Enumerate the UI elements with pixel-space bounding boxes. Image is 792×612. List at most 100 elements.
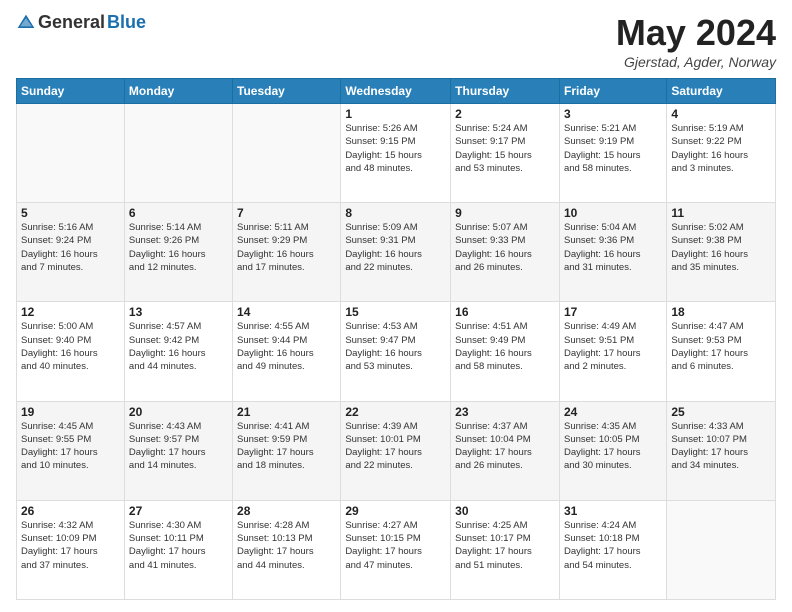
calendar-cell: 18Sunrise: 4:47 AM Sunset: 9:53 PM Dayli… [667,302,776,401]
calendar-cell: 22Sunrise: 4:39 AM Sunset: 10:01 PM Dayl… [341,401,451,500]
day-info: Sunrise: 5:21 AM Sunset: 9:19 PM Dayligh… [564,122,662,175]
day-number: 29 [345,504,446,518]
day-number: 21 [237,405,336,419]
col-tuesday: Tuesday [233,79,341,104]
day-info: Sunrise: 4:45 AM Sunset: 9:55 PM Dayligh… [21,420,120,473]
calendar-cell: 10Sunrise: 5:04 AM Sunset: 9:36 PM Dayli… [559,203,666,302]
page: GeneralBlue May 2024 Gjerstad, Agder, No… [0,0,792,612]
calendar-cell: 31Sunrise: 4:24 AM Sunset: 10:18 PM Dayl… [559,500,666,599]
day-info: Sunrise: 5:02 AM Sunset: 9:38 PM Dayligh… [671,221,771,274]
calendar-cell: 23Sunrise: 4:37 AM Sunset: 10:04 PM Dayl… [451,401,560,500]
month-title: May 2024 [616,12,776,54]
calendar-cell: 27Sunrise: 4:30 AM Sunset: 10:11 PM Dayl… [124,500,232,599]
calendar-week-1: 1Sunrise: 5:26 AM Sunset: 9:15 PM Daylig… [17,104,776,203]
day-info: Sunrise: 4:39 AM Sunset: 10:01 PM Daylig… [345,420,446,473]
calendar-cell [233,104,341,203]
day-info: Sunrise: 5:19 AM Sunset: 9:22 PM Dayligh… [671,122,771,175]
calendar-week-2: 5Sunrise: 5:16 AM Sunset: 9:24 PM Daylig… [17,203,776,302]
calendar-header: Sunday Monday Tuesday Wednesday Thursday… [17,79,776,104]
day-info: Sunrise: 5:14 AM Sunset: 9:26 PM Dayligh… [129,221,228,274]
day-info: Sunrise: 4:43 AM Sunset: 9:57 PM Dayligh… [129,420,228,473]
calendar-body: 1Sunrise: 5:26 AM Sunset: 9:15 PM Daylig… [17,104,776,600]
day-number: 22 [345,405,446,419]
day-info: Sunrise: 4:47 AM Sunset: 9:53 PM Dayligh… [671,320,771,373]
day-number: 20 [129,405,228,419]
day-number: 14 [237,305,336,319]
day-number: 30 [455,504,555,518]
logo-general: General [38,12,105,33]
day-number: 25 [671,405,771,419]
col-saturday: Saturday [667,79,776,104]
day-number: 19 [21,405,120,419]
calendar-cell: 1Sunrise: 5:26 AM Sunset: 9:15 PM Daylig… [341,104,451,203]
calendar-cell: 5Sunrise: 5:16 AM Sunset: 9:24 PM Daylig… [17,203,125,302]
day-info: Sunrise: 4:53 AM Sunset: 9:47 PM Dayligh… [345,320,446,373]
day-info: Sunrise: 5:26 AM Sunset: 9:15 PM Dayligh… [345,122,446,175]
day-info: Sunrise: 4:57 AM Sunset: 9:42 PM Dayligh… [129,320,228,373]
calendar-cell: 26Sunrise: 4:32 AM Sunset: 10:09 PM Dayl… [17,500,125,599]
calendar-cell: 17Sunrise: 4:49 AM Sunset: 9:51 PM Dayli… [559,302,666,401]
day-info: Sunrise: 5:16 AM Sunset: 9:24 PM Dayligh… [21,221,120,274]
day-info: Sunrise: 5:24 AM Sunset: 9:17 PM Dayligh… [455,122,555,175]
title-section: May 2024 Gjerstad, Agder, Norway [616,12,776,70]
day-number: 18 [671,305,771,319]
logo-blue: Blue [107,12,146,33]
calendar-cell: 13Sunrise: 4:57 AM Sunset: 9:42 PM Dayli… [124,302,232,401]
header-row: Sunday Monday Tuesday Wednesday Thursday… [17,79,776,104]
day-info: Sunrise: 4:37 AM Sunset: 10:04 PM Daylig… [455,420,555,473]
day-info: Sunrise: 4:51 AM Sunset: 9:49 PM Dayligh… [455,320,555,373]
day-info: Sunrise: 5:00 AM Sunset: 9:40 PM Dayligh… [21,320,120,373]
day-number: 26 [21,504,120,518]
day-number: 6 [129,206,228,220]
calendar-cell: 30Sunrise: 4:25 AM Sunset: 10:17 PM Dayl… [451,500,560,599]
day-info: Sunrise: 5:04 AM Sunset: 9:36 PM Dayligh… [564,221,662,274]
logo-icon [16,13,36,33]
calendar-cell: 24Sunrise: 4:35 AM Sunset: 10:05 PM Dayl… [559,401,666,500]
day-number: 15 [345,305,446,319]
day-number: 3 [564,107,662,121]
day-number: 1 [345,107,446,121]
calendar-cell: 14Sunrise: 4:55 AM Sunset: 9:44 PM Dayli… [233,302,341,401]
day-info: Sunrise: 4:25 AM Sunset: 10:17 PM Daylig… [455,519,555,572]
calendar-cell: 16Sunrise: 4:51 AM Sunset: 9:49 PM Dayli… [451,302,560,401]
day-number: 4 [671,107,771,121]
calendar-cell [17,104,125,203]
calendar-cell: 8Sunrise: 5:09 AM Sunset: 9:31 PM Daylig… [341,203,451,302]
day-info: Sunrise: 4:35 AM Sunset: 10:05 PM Daylig… [564,420,662,473]
day-number: 16 [455,305,555,319]
header: GeneralBlue May 2024 Gjerstad, Agder, No… [16,12,776,70]
day-info: Sunrise: 4:55 AM Sunset: 9:44 PM Dayligh… [237,320,336,373]
calendar-cell: 12Sunrise: 5:00 AM Sunset: 9:40 PM Dayli… [17,302,125,401]
col-wednesday: Wednesday [341,79,451,104]
day-number: 2 [455,107,555,121]
day-info: Sunrise: 4:30 AM Sunset: 10:11 PM Daylig… [129,519,228,572]
day-number: 8 [345,206,446,220]
calendar: Sunday Monday Tuesday Wednesday Thursday… [16,78,776,600]
day-info: Sunrise: 5:09 AM Sunset: 9:31 PM Dayligh… [345,221,446,274]
calendar-cell: 29Sunrise: 4:27 AM Sunset: 10:15 PM Dayl… [341,500,451,599]
calendar-cell [667,500,776,599]
calendar-cell: 15Sunrise: 4:53 AM Sunset: 9:47 PM Dayli… [341,302,451,401]
day-number: 13 [129,305,228,319]
day-number: 24 [564,405,662,419]
day-number: 10 [564,206,662,220]
day-number: 23 [455,405,555,419]
day-info: Sunrise: 4:49 AM Sunset: 9:51 PM Dayligh… [564,320,662,373]
col-sunday: Sunday [17,79,125,104]
day-info: Sunrise: 4:41 AM Sunset: 9:59 PM Dayligh… [237,420,336,473]
day-info: Sunrise: 4:28 AM Sunset: 10:13 PM Daylig… [237,519,336,572]
calendar-cell: 21Sunrise: 4:41 AM Sunset: 9:59 PM Dayli… [233,401,341,500]
day-info: Sunrise: 4:32 AM Sunset: 10:09 PM Daylig… [21,519,120,572]
calendar-week-3: 12Sunrise: 5:00 AM Sunset: 9:40 PM Dayli… [17,302,776,401]
logo: GeneralBlue [16,12,146,33]
calendar-cell: 3Sunrise: 5:21 AM Sunset: 9:19 PM Daylig… [559,104,666,203]
calendar-week-5: 26Sunrise: 4:32 AM Sunset: 10:09 PM Dayl… [17,500,776,599]
col-monday: Monday [124,79,232,104]
calendar-cell: 6Sunrise: 5:14 AM Sunset: 9:26 PM Daylig… [124,203,232,302]
location: Gjerstad, Agder, Norway [616,54,776,70]
calendar-cell: 20Sunrise: 4:43 AM Sunset: 9:57 PM Dayli… [124,401,232,500]
day-number: 7 [237,206,336,220]
day-number: 11 [671,206,771,220]
day-number: 27 [129,504,228,518]
day-number: 5 [21,206,120,220]
